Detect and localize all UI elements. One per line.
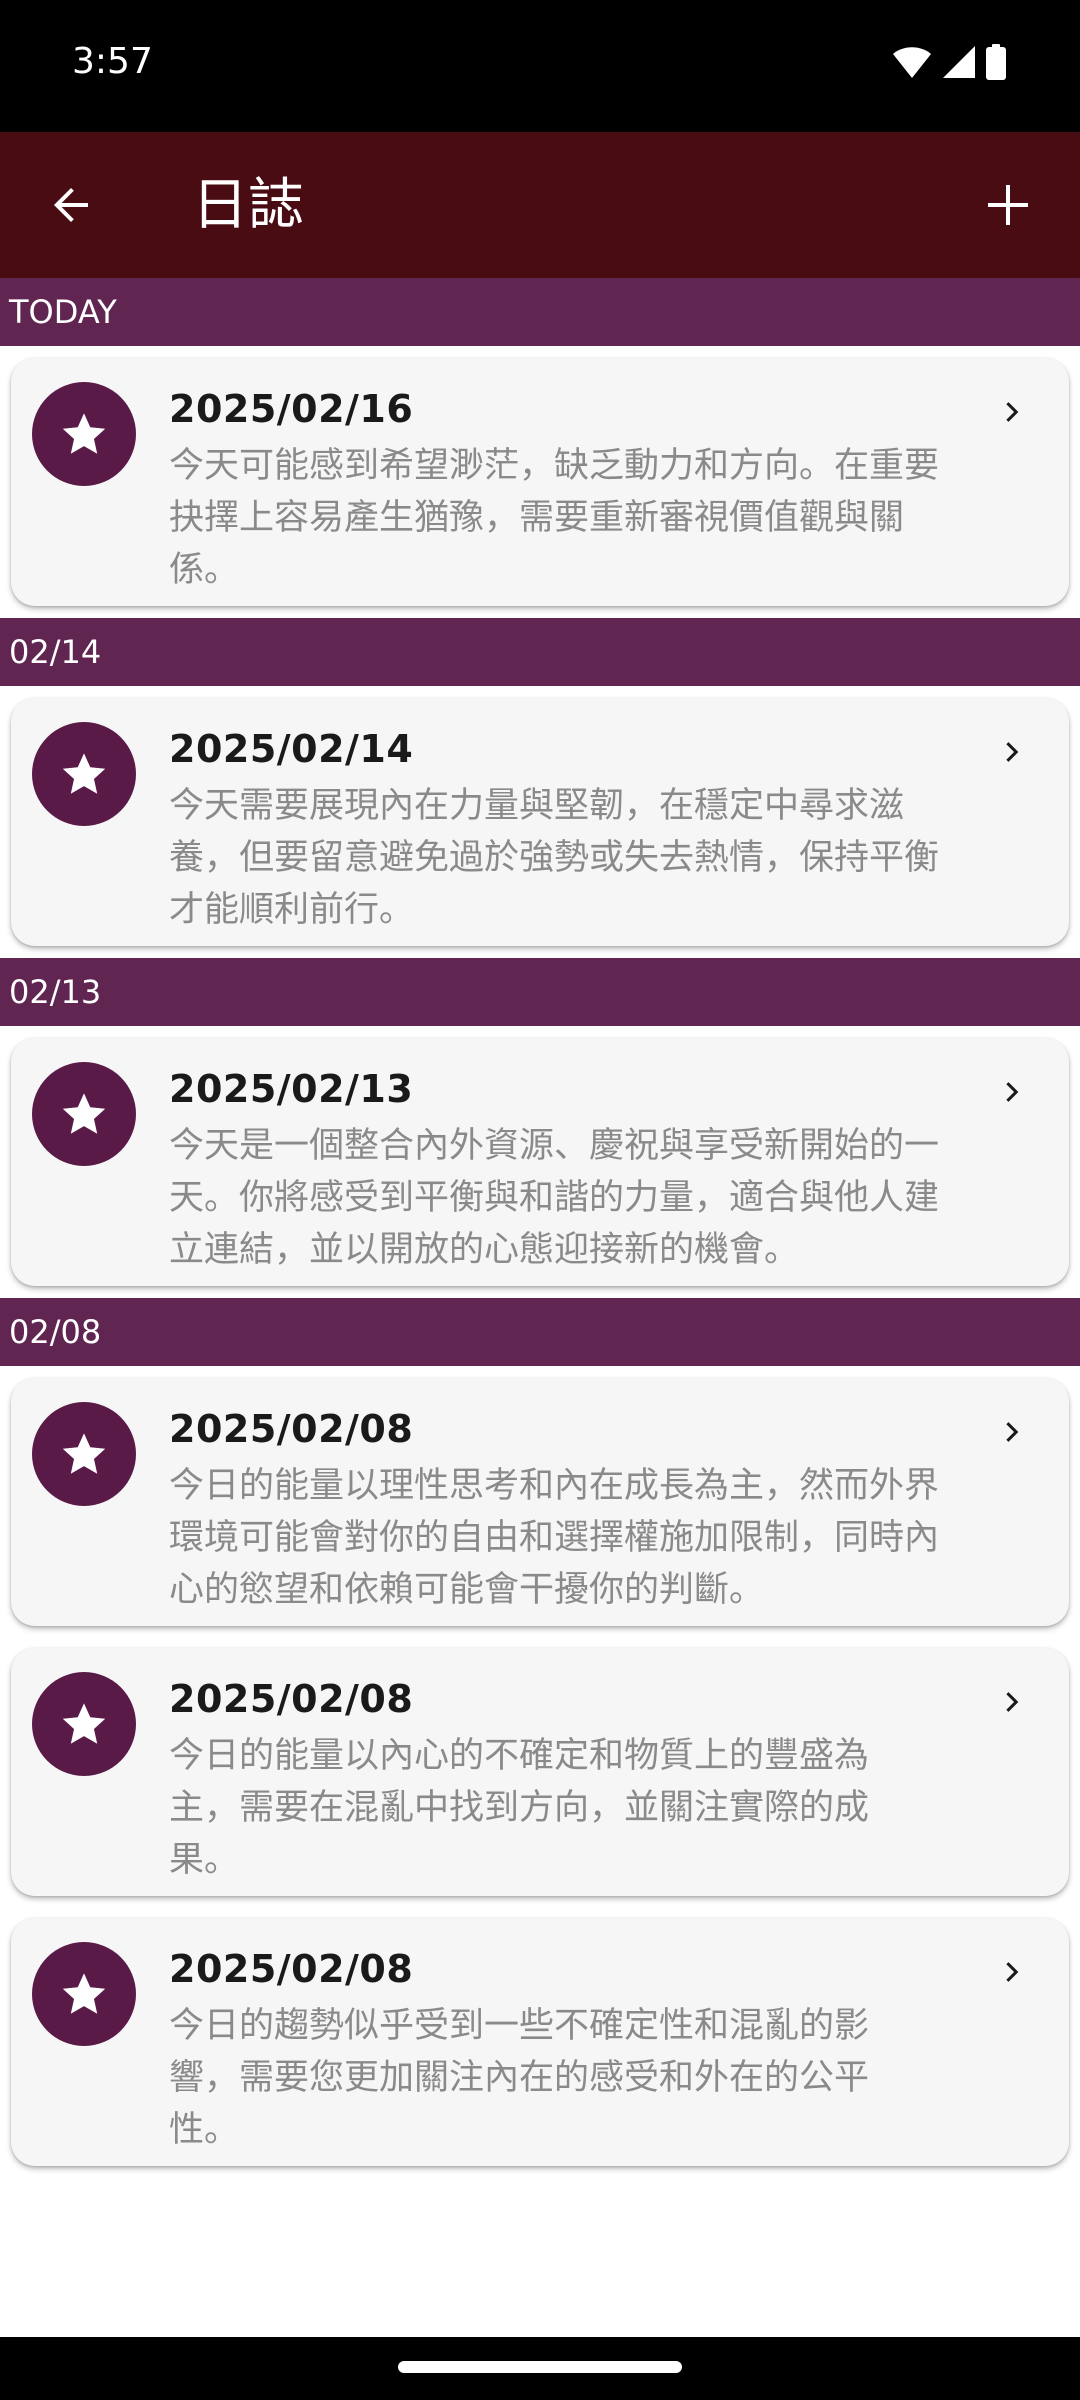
entry-date: 2025/02/08 <box>169 1947 414 1991</box>
journal-entry-card[interactable]: 2025/02/13 今天是一個整合內外資源、慶祝與享受新開始的一天。你將感受到… <box>11 1038 1069 1286</box>
back-button[interactable] <box>36 169 108 241</box>
page-title: 日誌 <box>192 173 304 238</box>
entry-avatar <box>32 1062 136 1166</box>
chevron-right-icon <box>993 732 1033 772</box>
entry-summary: 今日的趨勢似乎受到一些不確定性和混亂的影響，需要您更加關注內在的感受和外在的公平… <box>169 2006 870 2150</box>
status-bar: 3:57 <box>0 0 1080 132</box>
star-icon <box>62 1703 106 1744</box>
signal-icon <box>943 46 975 78</box>
entry-avatar <box>32 1672 136 1776</box>
section-header-0214: 02/14 <box>0 618 1080 686</box>
journal-entry-card[interactable]: 2025/02/08 今日的能量以內心的不確定和物質上的豐盛為主，需要在混亂中找… <box>11 1648 1069 1896</box>
add-entry-button[interactable] <box>972 169 1044 241</box>
entry-summary: 今天需要展現內在力量與堅韌，在穩定中尋求滋養，但要留意避免過於強勢或失去熱情，保… <box>169 786 940 930</box>
star-icon <box>62 753 106 794</box>
journal-entry-card[interactable]: 2025/02/16 今天可能感到希望渺茫，缺乏動力和方向。在重要抉擇上容易產生… <box>11 358 1069 606</box>
status-icons <box>892 44 1006 80</box>
plus-icon <box>988 185 1028 225</box>
wifi-icon <box>893 47 931 78</box>
home-gesture-handle[interactable] <box>398 2361 682 2373</box>
star-icon <box>62 1433 106 1474</box>
section-header-today: TODAY <box>0 278 1080 346</box>
entry-avatar <box>32 382 136 486</box>
arrow-left-icon <box>54 188 88 222</box>
chevron-right-icon <box>993 1952 1033 1992</box>
chevron-right-icon <box>993 1682 1033 1722</box>
star-icon <box>62 413 106 454</box>
star-icon <box>62 1093 106 1134</box>
star-icon <box>62 1973 106 2014</box>
chevron-right-icon <box>993 392 1033 432</box>
app-bar: 日誌 <box>0 132 1080 278</box>
chevron-right-icon <box>993 1072 1033 1112</box>
navigation-bar <box>0 2337 1080 2400</box>
entry-summary: 今天可能感到希望渺茫，缺乏動力和方向。在重要抉擇上容易產生猶豫，需要重新審視價值… <box>169 446 940 590</box>
battery-icon <box>986 44 1006 80</box>
journal-list[interactable]: TODAY 2025/02/16 今天可能感到希望渺茫，缺乏動力和方向。在重要抉… <box>0 278 1080 2178</box>
entry-avatar <box>32 1402 136 1506</box>
status-time: 3:57 <box>72 41 153 82</box>
journal-entry-card[interactable]: 2025/02/08 今日的趨勢似乎受到一些不確定性和混亂的影響，需要您更加關注… <box>11 1918 1069 2166</box>
section-header-0213: 02/13 <box>0 958 1080 1026</box>
entry-date: 2025/02/13 <box>169 1067 414 1111</box>
chevron-right-icon <box>993 1412 1033 1452</box>
section-header-0208: 02/08 <box>0 1298 1080 1366</box>
entry-date: 2025/02/16 <box>169 387 414 431</box>
screen: 3:57 日誌 TODAY 2025/02/16 今天可能感到希望渺茫，缺乏動力… <box>0 0 1080 2400</box>
entry-avatar <box>32 1942 136 2046</box>
entry-summary: 今日的能量以內心的不確定和物質上的豐盛為主，需要在混亂中找到方向，並關注實際的成… <box>169 1736 870 1880</box>
entry-date: 2025/02/08 <box>169 1407 414 1451</box>
journal-entry-card[interactable]: 2025/02/14 今天需要展現內在力量與堅韌，在穩定中尋求滋養，但要留意避免… <box>11 698 1069 946</box>
entry-summary: 今天是一個整合內外資源、慶祝與享受新開始的一天。你將感受到平衡與和諧的力量，適合… <box>169 1126 940 1270</box>
entry-date: 2025/02/14 <box>169 727 414 771</box>
journal-entry-card[interactable]: 2025/02/08 今日的能量以理性思考和內在成長為主，然而外界環境可能會對你… <box>11 1378 1069 1626</box>
entry-avatar <box>32 722 136 826</box>
entry-date: 2025/02/08 <box>169 1677 414 1721</box>
entry-summary: 今日的能量以理性思考和內在成長為主，然而外界環境可能會對你的自由和選擇權施加限制… <box>169 1466 940 1610</box>
